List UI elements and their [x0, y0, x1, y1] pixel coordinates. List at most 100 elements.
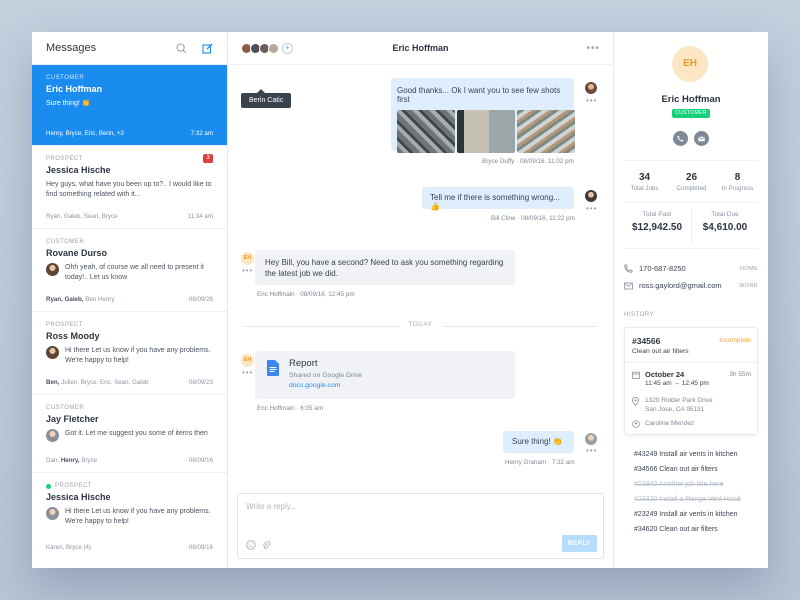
conversation-name: Jessica Hische: [46, 492, 111, 502]
message-options-icon[interactable]: •••: [586, 96, 597, 105]
conversation-item[interactable]: CUSTOMER Jay Fletcher Got it. Let me sug…: [32, 395, 227, 473]
conversation-participants: Dan, Henry, Bryce: [46, 457, 98, 464]
messages-title: Messages: [46, 42, 97, 54]
avatar: [46, 507, 59, 520]
avatar: [46, 263, 59, 276]
reply-button[interactable]: REPLY: [561, 535, 597, 552]
phone-icon: [624, 264, 633, 273]
conversation-participants: Ryan, Galeb, Ben Henry: [46, 296, 115, 303]
phone-button[interactable]: [673, 131, 688, 146]
message-text: Hey Bill, you have a second? Need to ask…: [265, 258, 504, 278]
history-item[interactable]: #34620 Clean out air filters: [634, 526, 718, 533]
job-card[interactable]: #34566 Incomplete Clean out air filters …: [624, 327, 758, 435]
photo-thumbnail[interactable]: [457, 110, 515, 153]
message-bubble: Sure thing! 👏: [503, 431, 574, 453]
date-divider: TODAY: [243, 321, 598, 328]
conversation-tag: CUSTOMER: [46, 405, 85, 411]
profile-name: Eric Hoffman: [661, 94, 721, 105]
history-label: HISTORY: [624, 311, 655, 318]
history-item[interactable]: #23249 Install air vents in kitchen: [634, 511, 738, 518]
history-item[interactable]: #03842 Another job title here: [634, 481, 724, 488]
reply-box: REPLY: [237, 493, 604, 559]
attachment-title: Report: [289, 358, 318, 369]
conversation-tag: PROSPECT: [46, 322, 84, 328]
conversation-time: 7:32 am: [190, 130, 213, 137]
message-bubble: Tell me if there is something wrong... 👍: [422, 187, 574, 211]
email-button[interactable]: [694, 131, 709, 146]
attachment-card[interactable]: Report Shared on Google Drive docs.googl…: [255, 351, 515, 399]
photo-thumbnail[interactable]: [397, 110, 455, 153]
emoji-icon[interactable]: [246, 540, 256, 550]
email-row[interactable]: ross.gaylord@gmail.com WORK: [624, 281, 758, 290]
sender-avatar: [585, 82, 597, 94]
job-date: October 24: [645, 370, 685, 379]
conversation-preview: Hey guys, what have you been up to?.. I …: [46, 181, 212, 198]
app-window: Messages CUSTOMER Eric Hoffman Sure thin…: [32, 32, 768, 568]
phone-row[interactable]: 170-687-8250 HOME: [624, 264, 758, 273]
message-text: Tell me if there is something wrong... 👍: [430, 193, 560, 211]
message-meta: Eric Hoffmain · 6:05 am: [257, 405, 324, 412]
message-text: Sure thing! 👏: [512, 437, 563, 446]
reply-input[interactable]: [238, 494, 603, 534]
conversation-participants: Ryan, Galeb, Sean, Bryce: [46, 213, 118, 220]
conversation-tag: PROSPECT: [46, 483, 213, 489]
conversation-item[interactable]: PROSPECT Jessica Hische Hi there Let us …: [32, 473, 227, 559]
participant-avatar[interactable]: [268, 42, 279, 54]
stat-completed: 26 Completed: [676, 172, 707, 192]
unread-badge: 3: [203, 154, 213, 163]
message-meta: Eric Hoffmain · 08/09/16, 12:45 pm: [257, 291, 355, 298]
conversation-participants: Karen, Bryce (4): [46, 544, 92, 551]
message-bubble: Good thanks... Ok I want you to see few …: [391, 78, 575, 153]
message-meta: Bryce Duffy · 08/09/16, 11:02 pm: [482, 158, 574, 165]
sender-avatar: EH: [241, 252, 254, 265]
total-paid: Total Paid $12,942.50: [631, 211, 683, 233]
conversation-item[interactable]: CUSTOMER Eric Hoffman Sure thing! 👏 Henr…: [32, 65, 227, 146]
photo-thumbnail[interactable]: [517, 110, 575, 153]
message-options-icon[interactable]: •••: [242, 368, 253, 377]
history-item[interactable]: #23320 Install a Range Vent Hood: [634, 496, 741, 503]
conversation-time: 08/09/23: [188, 379, 213, 386]
attachment-link[interactable]: docs.google.com: [289, 382, 505, 389]
conversation-name: Jay Fletcher: [46, 414, 99, 424]
conversation-preview: Sure thing! 👏: [46, 100, 91, 107]
total-due: Total Due $4,610.00: [702, 211, 748, 233]
sender-avatar: [585, 190, 597, 202]
job-time: 11:45 am → 12:45 pm: [645, 380, 709, 387]
attach-icon[interactable]: [261, 540, 271, 550]
more-options-icon[interactable]: •••: [586, 43, 600, 54]
message-options-icon[interactable]: •••: [586, 446, 597, 455]
conversation-time: 08/09/16: [188, 544, 213, 551]
conversation-time: 08/09/16: [188, 457, 213, 464]
message-text: Good thanks... Ok I want you to see few …: [397, 86, 561, 104]
phone-type: HOME: [739, 265, 758, 272]
profile-avatar: EH: [672, 46, 708, 82]
message-bubble: Hey Bill, you have a second? Need to ask…: [255, 250, 515, 285]
conversation-participants: Henry, Bryce, Eric, Berin, +3: [46, 130, 124, 137]
job-status: Incomplete: [719, 337, 751, 344]
conversation-tag: PROSPECT: [46, 156, 84, 162]
calendar-icon: [632, 371, 640, 379]
participant-tooltip: Berin Catic: [241, 89, 292, 108]
search-icon[interactable]: [175, 42, 187, 54]
job-address: 1320 Ridder Park Drive San Jose, CA 95131: [645, 397, 713, 413]
email-address: ross.gaylord@gmail.com: [639, 281, 722, 290]
history-item[interactable]: #43249 Install air vents in kitchen: [634, 451, 738, 458]
add-participant-button[interactable]: +: [282, 42, 293, 54]
history-item[interactable]: #34566 Clean out air filters: [634, 466, 718, 473]
technician-icon: [632, 420, 640, 428]
sender-avatar: EH: [241, 354, 254, 367]
messages-header: Messages: [32, 32, 227, 65]
attachment-subtitle: Shared on Google Drive: [289, 372, 362, 379]
message-options-icon[interactable]: •••: [242, 266, 253, 275]
conversation-preview: Hi there Let us know if you have any pro…: [65, 347, 211, 364]
conversation-item[interactable]: 3 PROSPECT Jessica Hische Hey guys, what…: [32, 146, 227, 229]
job-description: Clean out air filters: [632, 348, 689, 355]
conversation-item[interactable]: PROSPECT Ross Moody Hi there Let us know…: [32, 312, 227, 395]
message-options-icon[interactable]: •••: [586, 204, 597, 213]
conversation-participants: Ben, Julien, Bryce, Eric, Sean, Galeb: [46, 379, 149, 386]
compose-icon[interactable]: [201, 42, 213, 54]
conversation-name: Eric Hoffman: [46, 84, 103, 94]
conversation-preview: Ohh yeah, of course we all need to prese…: [65, 264, 204, 281]
conversation-item[interactable]: CUSTOMER Rovane Durso Ohh yeah, of cours…: [32, 229, 227, 312]
location-icon: [632, 397, 639, 406]
